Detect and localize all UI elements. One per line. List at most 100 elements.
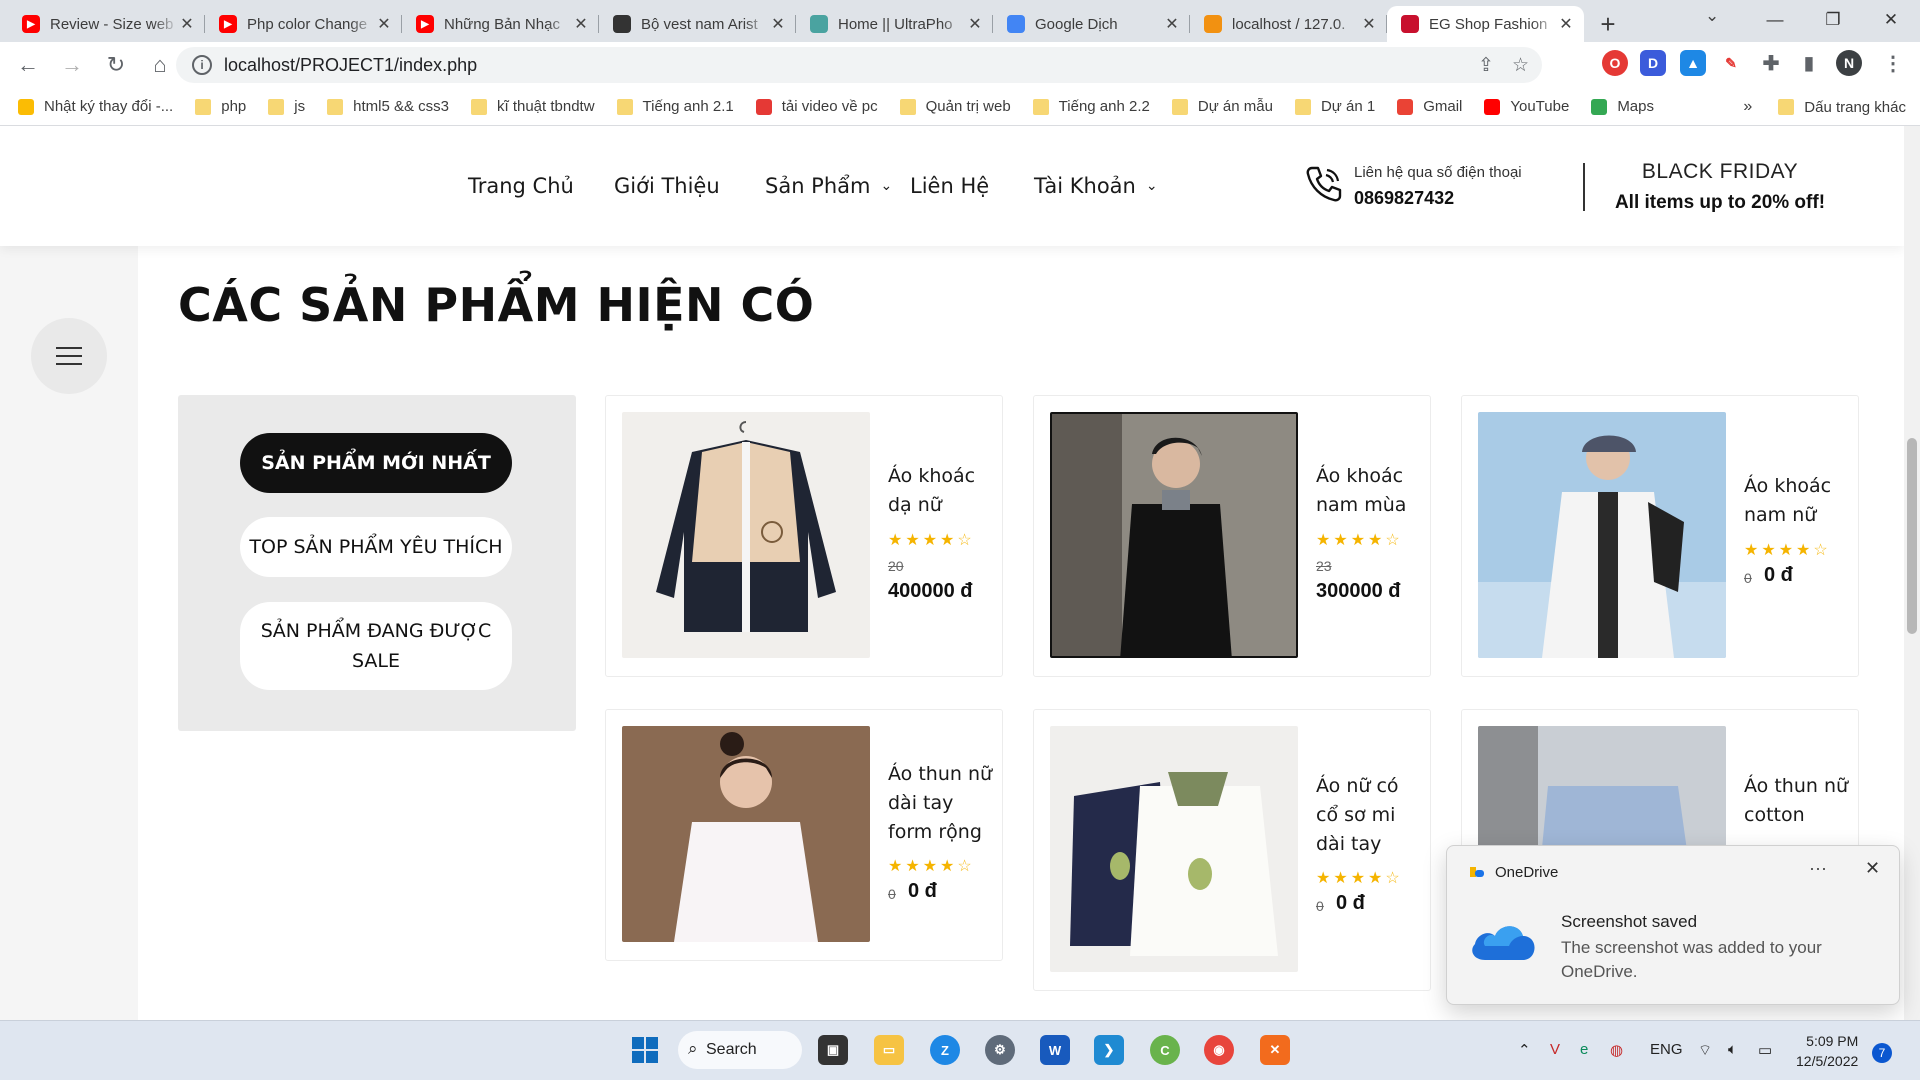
battery-icon[interactable]: ▭ bbox=[1758, 1041, 1772, 1059]
close-tab-icon[interactable]: ✕ bbox=[376, 14, 392, 34]
bookmark-label: Dự án mẫu bbox=[1197, 98, 1273, 115]
scrollbar-thumb[interactable] bbox=[1907, 438, 1917, 634]
browser-tab[interactable]: ▶ Những Bản Nhạc ✕ bbox=[402, 6, 599, 42]
bookmark-item[interactable]: html5 && css3 bbox=[327, 98, 449, 115]
product-name[interactable]: Áo thun nữ dài tay form rộng bbox=[888, 760, 998, 847]
settings-gear-icon[interactable]: ⚙ bbox=[985, 1035, 1015, 1065]
address-bar[interactable]: i localhost/PROJECT1/index.php ⇪ ☆ bbox=[176, 47, 1542, 83]
nav-account[interactable]: Tài Khoản ⌄ bbox=[1034, 174, 1158, 198]
nav-contact[interactable]: Liên Hệ bbox=[910, 174, 989, 198]
zalo-icon[interactable]: Z bbox=[930, 1035, 960, 1065]
xampp-icon[interactable]: ✕ bbox=[1260, 1035, 1290, 1065]
bookmark-item[interactable]: kĩ thuật tbndtw bbox=[470, 98, 595, 115]
file-explorer-icon[interactable]: ▭ bbox=[874, 1035, 904, 1065]
close-tab-icon[interactable]: ✕ bbox=[1164, 14, 1180, 34]
tab-search-chevron-icon[interactable]: ⌄ bbox=[1705, 6, 1719, 26]
tray-chevron-up-icon[interactable]: ⌃ bbox=[1518, 1041, 1531, 1059]
language-indicator[interactable]: ENG bbox=[1650, 1041, 1683, 1058]
bookmark-star-icon[interactable]: ☆ bbox=[1512, 54, 1529, 77]
vscode-icon[interactable]: ❯ bbox=[1094, 1035, 1124, 1065]
filter-newest-button[interactable]: SẢN PHẨM MỚI NHẤT bbox=[240, 433, 512, 493]
bookmark-item[interactable]: Dự án mẫu bbox=[1171, 98, 1273, 115]
color-picker-extension-icon[interactable]: ✎ bbox=[1718, 50, 1744, 76]
bookmark-item[interactable]: js bbox=[268, 98, 305, 115]
wifi-icon[interactable]: ⌔ bbox=[1698, 1041, 1712, 1060]
bookmark-item[interactable]: Tiếng anh 2.2 bbox=[1032, 98, 1150, 115]
product-name[interactable]: Áo nữ có cổ sơ mi dài tay bbox=[1316, 772, 1426, 859]
close-window-button[interactable]: ✕ bbox=[1862, 0, 1920, 40]
close-tab-icon[interactable]: ✕ bbox=[1361, 14, 1377, 34]
browser-tab[interactable]: ▶ Review - Size web ✕ bbox=[8, 6, 205, 42]
browser-tab[interactable]: ▶ Php color Change ✕ bbox=[205, 6, 402, 42]
back-button[interactable]: ← bbox=[6, 47, 50, 83]
tray-vivaldi-icon[interactable]: V bbox=[1550, 1041, 1560, 1058]
tray-edge-icon[interactable]: e bbox=[1580, 1041, 1588, 1058]
volume-icon[interactable]: 🔈︎ bbox=[1728, 1041, 1737, 1058]
bookmark-item[interactable]: Gmail bbox=[1397, 98, 1462, 115]
more-options-icon[interactable]: ··· bbox=[1809, 858, 1827, 879]
bookmark-item[interactable]: php bbox=[195, 98, 246, 115]
browser-tab[interactable]: Google Dịch ✕ bbox=[993, 6, 1190, 42]
onedrive-notification[interactable]: OneDrive ··· ✕ Screenshot saved The scre… bbox=[1446, 845, 1900, 1005]
dashlane-extension-icon[interactable]: D bbox=[1640, 50, 1666, 76]
filter-favorite-button[interactable]: TOP SẢN PHẨM YÊU THÍCH bbox=[240, 517, 512, 577]
taskbar-search[interactable]: ⌕ Search bbox=[678, 1031, 802, 1069]
filter-sale-button[interactable]: SẢN PHẨM ĐANG ĐƯỢC SALE bbox=[240, 602, 512, 690]
product-name[interactable]: Áo thun nữ cotton bbox=[1744, 772, 1854, 830]
profile-avatar[interactable]: N bbox=[1836, 50, 1862, 76]
windows-start-icon[interactable] bbox=[630, 1035, 660, 1065]
nav-about[interactable]: Giới Thiệu bbox=[614, 174, 720, 198]
bookmark-item[interactable]: Tiếng anh 2.1 bbox=[616, 98, 734, 115]
share-icon[interactable]: ⇪ bbox=[1478, 54, 1494, 77]
opera-extension-icon[interactable]: O bbox=[1602, 50, 1628, 76]
close-tab-icon[interactable]: ✕ bbox=[179, 14, 195, 34]
product-card[interactable]: Áo khoác nam mùa ★★★★☆ 23 300000 đ bbox=[1033, 395, 1431, 677]
taskbar-clock[interactable]: 5:09 PM 12/5/2022 bbox=[1796, 1031, 1858, 1071]
site-info-icon[interactable]: i bbox=[192, 55, 212, 75]
product-card[interactable]: Áo nữ có cổ sơ mi dài tay ★★★★☆ 0 0 đ bbox=[1033, 709, 1431, 991]
bookmark-item[interactable]: Dự án 1 bbox=[1294, 98, 1375, 115]
extension-badge-icon[interactable]: ▲ bbox=[1680, 50, 1706, 76]
notification-count-badge[interactable]: 7 bbox=[1872, 1043, 1892, 1063]
product-name[interactable]: Áo khoác nam nữ bbox=[1744, 472, 1854, 530]
forward-button[interactable]: → bbox=[50, 47, 94, 83]
new-tab-button[interactable]: + bbox=[1590, 6, 1626, 42]
browser-tab[interactable]: EG Shop Fashion ✕ bbox=[1387, 6, 1584, 42]
browser-tab[interactable]: Home || UltraPho ✕ bbox=[796, 6, 993, 42]
browser-tab[interactable]: Bộ vest nam Arist ✕ bbox=[599, 6, 796, 42]
close-tab-icon[interactable]: ✕ bbox=[1558, 14, 1574, 34]
minimize-button[interactable]: — bbox=[1746, 0, 1804, 40]
close-tab-icon[interactable]: ✕ bbox=[967, 14, 983, 34]
task-view-icon[interactable]: ▣ bbox=[818, 1035, 848, 1065]
bookmarks-overflow-icon[interactable]: » bbox=[1743, 98, 1752, 116]
close-notification-button[interactable]: ✕ bbox=[1865, 858, 1880, 879]
word-icon[interactable]: W bbox=[1040, 1035, 1070, 1065]
product-name[interactable]: Áo khoác dạ nữ bbox=[888, 462, 998, 520]
chrome-icon[interactable]: ◉ bbox=[1204, 1035, 1234, 1065]
hamburger-menu-button[interactable] bbox=[31, 318, 107, 394]
other-bookmarks-folder[interactable]: Dấu trang khác bbox=[1778, 99, 1906, 116]
product-name[interactable]: Áo khoác nam mùa bbox=[1316, 462, 1426, 520]
browser-menu-icon[interactable]: ⋮ bbox=[1880, 50, 1906, 76]
hotline-number[interactable]: 0869827432 bbox=[1354, 188, 1454, 209]
close-tab-icon[interactable]: ✕ bbox=[770, 14, 786, 34]
bookmark-item[interactable]: tải video về pc bbox=[755, 98, 878, 115]
bookmark-item[interactable]: Quản trị web bbox=[899, 98, 1011, 115]
reload-button[interactable]: ↻ bbox=[94, 47, 138, 83]
bookmark-item[interactable]: Maps bbox=[1591, 98, 1654, 115]
restore-button[interactable]: ❐ bbox=[1804, 0, 1862, 40]
product-card[interactable]: Áo thun nữ dài tay form rộng ★★★★☆ 0 0 đ bbox=[605, 709, 1003, 961]
tray-antivirus-icon[interactable]: ◍ bbox=[1610, 1041, 1623, 1059]
nav-products[interactable]: Sản Phẩm ⌄ bbox=[765, 174, 892, 198]
product-card[interactable]: Áo khoác nam nữ ★★★★☆ 0 0 đ bbox=[1461, 395, 1859, 677]
coc-coc-icon[interactable]: C bbox=[1150, 1035, 1180, 1065]
side-panel-icon[interactable]: ▮ bbox=[1796, 50, 1822, 76]
extensions-puzzle-icon[interactable]: ✚ bbox=[1758, 50, 1784, 76]
bookmark-item[interactable]: Nhật ký thay đổi -... bbox=[18, 98, 173, 115]
page-scrollbar[interactable] bbox=[1904, 126, 1920, 1020]
product-card[interactable]: Áo khoác dạ nữ ★★★★☆ 20 400000 đ bbox=[605, 395, 1003, 677]
nav-home[interactable]: Trang Chủ bbox=[468, 174, 574, 198]
close-tab-icon[interactable]: ✕ bbox=[573, 14, 589, 34]
bookmark-item[interactable]: YouTube bbox=[1484, 98, 1569, 115]
browser-tab[interactable]: localhost / 127.0. ✕ bbox=[1190, 6, 1387, 42]
